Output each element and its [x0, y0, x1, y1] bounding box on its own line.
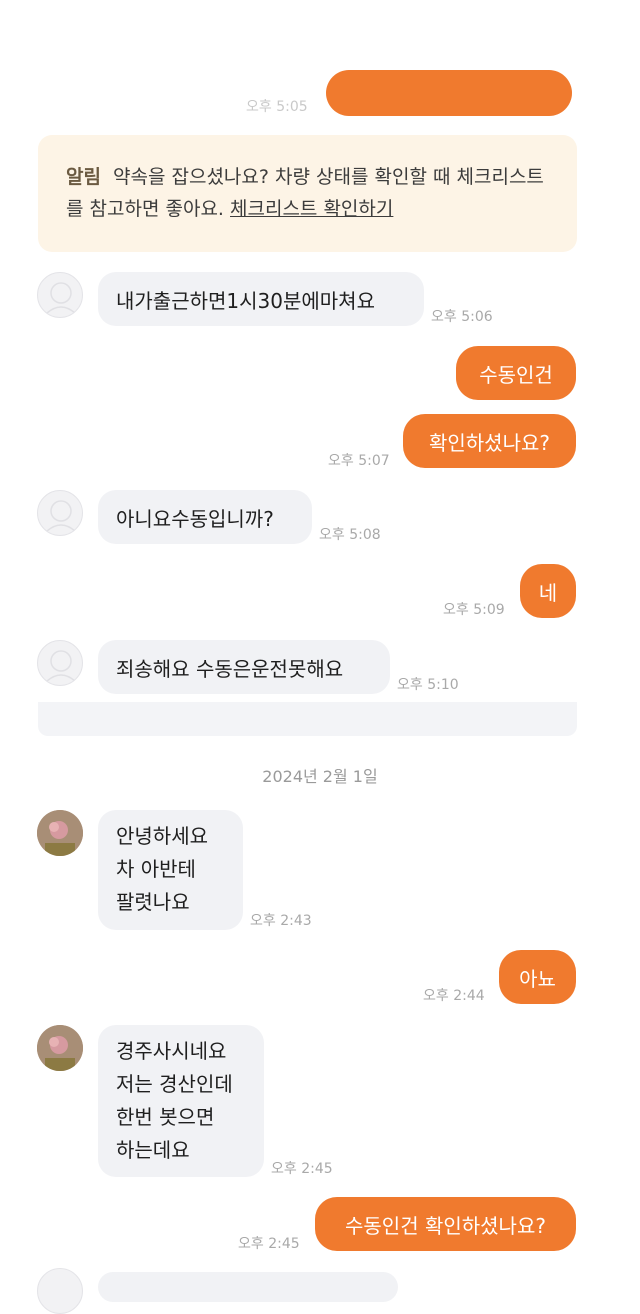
avatar[interactable] [37, 640, 83, 686]
message-time: 오후 5:05 [246, 99, 308, 115]
date-separator: 2024년 2월 1일 [262, 767, 378, 786]
message-time: 오후 2:45 [238, 1236, 300, 1252]
message-bubble-incoming[interactable]: 경주사시네요 저는 경산인데 한번 봇으면 하는데요 [98, 1025, 264, 1177]
message-bubble-outgoing[interactable]: 아뇨 [499, 950, 576, 1004]
avatar[interactable] [37, 1025, 83, 1071]
section-divider [38, 702, 577, 736]
user-avatar-icon [46, 650, 76, 682]
message-time: 오후 5:06 [431, 309, 493, 325]
message-bubble-outgoing[interactable]: 확인하셨나요? [403, 414, 576, 468]
message-bubble-incoming[interactable]: 아니요수동입니까? [98, 490, 312, 544]
message-bubble-incoming-partial[interactable] [98, 1272, 398, 1302]
user-avatar-icon [46, 500, 76, 532]
message-bubble-outgoing[interactable]: 네 [520, 564, 576, 618]
message-time: 오후 5:08 [319, 527, 381, 543]
message-bubble-outgoing-partial[interactable] [326, 70, 572, 116]
avatar-partial[interactable] [37, 1268, 83, 1314]
message-time: 오후 2:45 [271, 1161, 333, 1177]
message-time: 오후 2:44 [423, 988, 485, 1004]
message-time: 오후 5:09 [443, 602, 505, 618]
avatar[interactable] [37, 272, 83, 318]
message-time: 오후 5:07 [328, 453, 390, 469]
notice-banner: 알림 약속을 잡으셨나요? 차량 상태를 확인할 때 체크리스트를 참고하면 좋… [38, 135, 577, 252]
user-avatar-icon [46, 282, 76, 314]
notice-label: 알림 [66, 166, 101, 188]
checklist-link[interactable]: 체크리스트 확인하기 [230, 198, 393, 220]
message-bubble-outgoing[interactable]: 수동인건 [456, 346, 576, 400]
message-time: 오후 5:10 [397, 677, 459, 693]
message-bubble-incoming[interactable]: 죄송해요 수동은운전못해요 [98, 640, 390, 694]
message-bubble-outgoing[interactable]: 수동인건 확인하셨나요? [315, 1197, 576, 1251]
message-bubble-incoming[interactable]: 내가출근하면1시30분에마쳐요 [98, 272, 424, 326]
message-bubble-incoming[interactable]: 안녕하세요 차 아반테 팔렷나요 [98, 810, 243, 930]
message-time: 오후 2:43 [250, 913, 312, 929]
flower-photo-icon [37, 1025, 83, 1071]
flower-photo-icon [37, 810, 83, 856]
avatar[interactable] [37, 490, 83, 536]
avatar[interactable] [37, 810, 83, 856]
